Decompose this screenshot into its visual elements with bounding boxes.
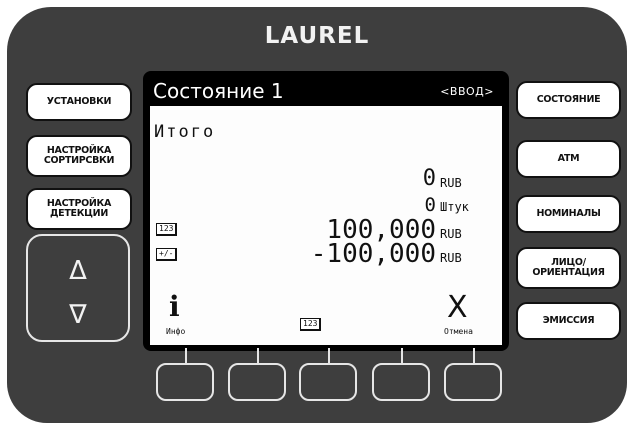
function-key-3[interactable] (299, 363, 357, 401)
difference-amount-unit: RUB (440, 251, 462, 265)
arrow-up-icon[interactable]: Δ (28, 258, 128, 284)
total-amount-value: 0 (422, 166, 436, 191)
function-key-5-stem (473, 348, 475, 364)
function-key-5[interactable] (444, 363, 502, 401)
function-key-2[interactable] (228, 363, 286, 401)
counter-softkey-icon: 123 (300, 318, 322, 331)
total-amount-unit: RUB (440, 176, 462, 190)
arrow-keys-frame: Δ ∇ (26, 234, 130, 342)
total-label: Итого (154, 122, 216, 142)
difference-amount-value: -100,000 (310, 239, 436, 269)
sorting-setup-button[interactable]: НАСТРОЙКА СОРТИРСВКИ (26, 135, 132, 177)
denominations-button-label: НОМИНАЛЫ (536, 208, 601, 219)
function-key-1[interactable] (156, 363, 214, 401)
face-orientation-button-label: ЛИЦО/ ОРИЕНТАЦИЯ (532, 257, 605, 278)
emission-button[interactable]: ЭМИССИЯ (516, 302, 621, 340)
emission-button-label: ЭМИССИЯ (542, 315, 595, 326)
piece-count-unit: Штук (440, 200, 469, 214)
atm-button-label: ATM (557, 153, 580, 164)
cancel-softkey-label: Отмена (444, 327, 473, 336)
atm-button[interactable]: ATM (516, 140, 621, 178)
lcd-title-bar: Состояние 1 <ВВОД> (150, 77, 502, 106)
status-button[interactable]: СОСТОЯНИЕ (516, 81, 621, 119)
function-key-4-stem (401, 348, 403, 364)
arrow-down-icon[interactable]: ∇ (28, 302, 128, 328)
cancel-icon: X (447, 290, 468, 325)
piece-count-value: 0 (424, 194, 436, 216)
function-key-3-stem (328, 348, 330, 364)
lcd-title: Состояние 1 (153, 79, 284, 103)
lcd-screen: Состояние 1 <ВВОД> Итого 0 RUB 0 Штук 12… (150, 77, 502, 345)
counted-amount-unit: RUB (440, 227, 462, 241)
function-key-4[interactable] (372, 363, 430, 401)
face-orientation-button[interactable]: ЛИЦО/ ОРИЕНТАЦИЯ (516, 247, 621, 289)
function-key-1-stem (185, 348, 187, 364)
detection-setup-button-label: НАСТРОЙКА ДЕТЕКЦИИ (46, 198, 112, 219)
brand-logo: LAUREL (264, 23, 370, 49)
detection-setup-button[interactable]: НАСТРОЙКА ДЕТЕКЦИИ (26, 188, 132, 230)
function-key-2-stem (257, 348, 259, 364)
status-button-label: СОСТОЯНИЕ (536, 94, 601, 105)
counter-icon: 123 (156, 223, 178, 236)
settings-button-label: УСТАНОВКИ (46, 96, 112, 107)
sorting-setup-button-label: НАСТРОЙКА СОРТИРСВКИ (43, 145, 115, 166)
difference-icon: +/- (156, 248, 178, 261)
lcd-mode: <ВВОД> (440, 85, 494, 98)
denominations-button[interactable]: НОМИНАЛЫ (516, 195, 621, 233)
info-softkey-label: Инфо (166, 327, 186, 336)
info-icon: i (169, 290, 180, 323)
settings-button[interactable]: УСТАНОВКИ (26, 83, 132, 121)
